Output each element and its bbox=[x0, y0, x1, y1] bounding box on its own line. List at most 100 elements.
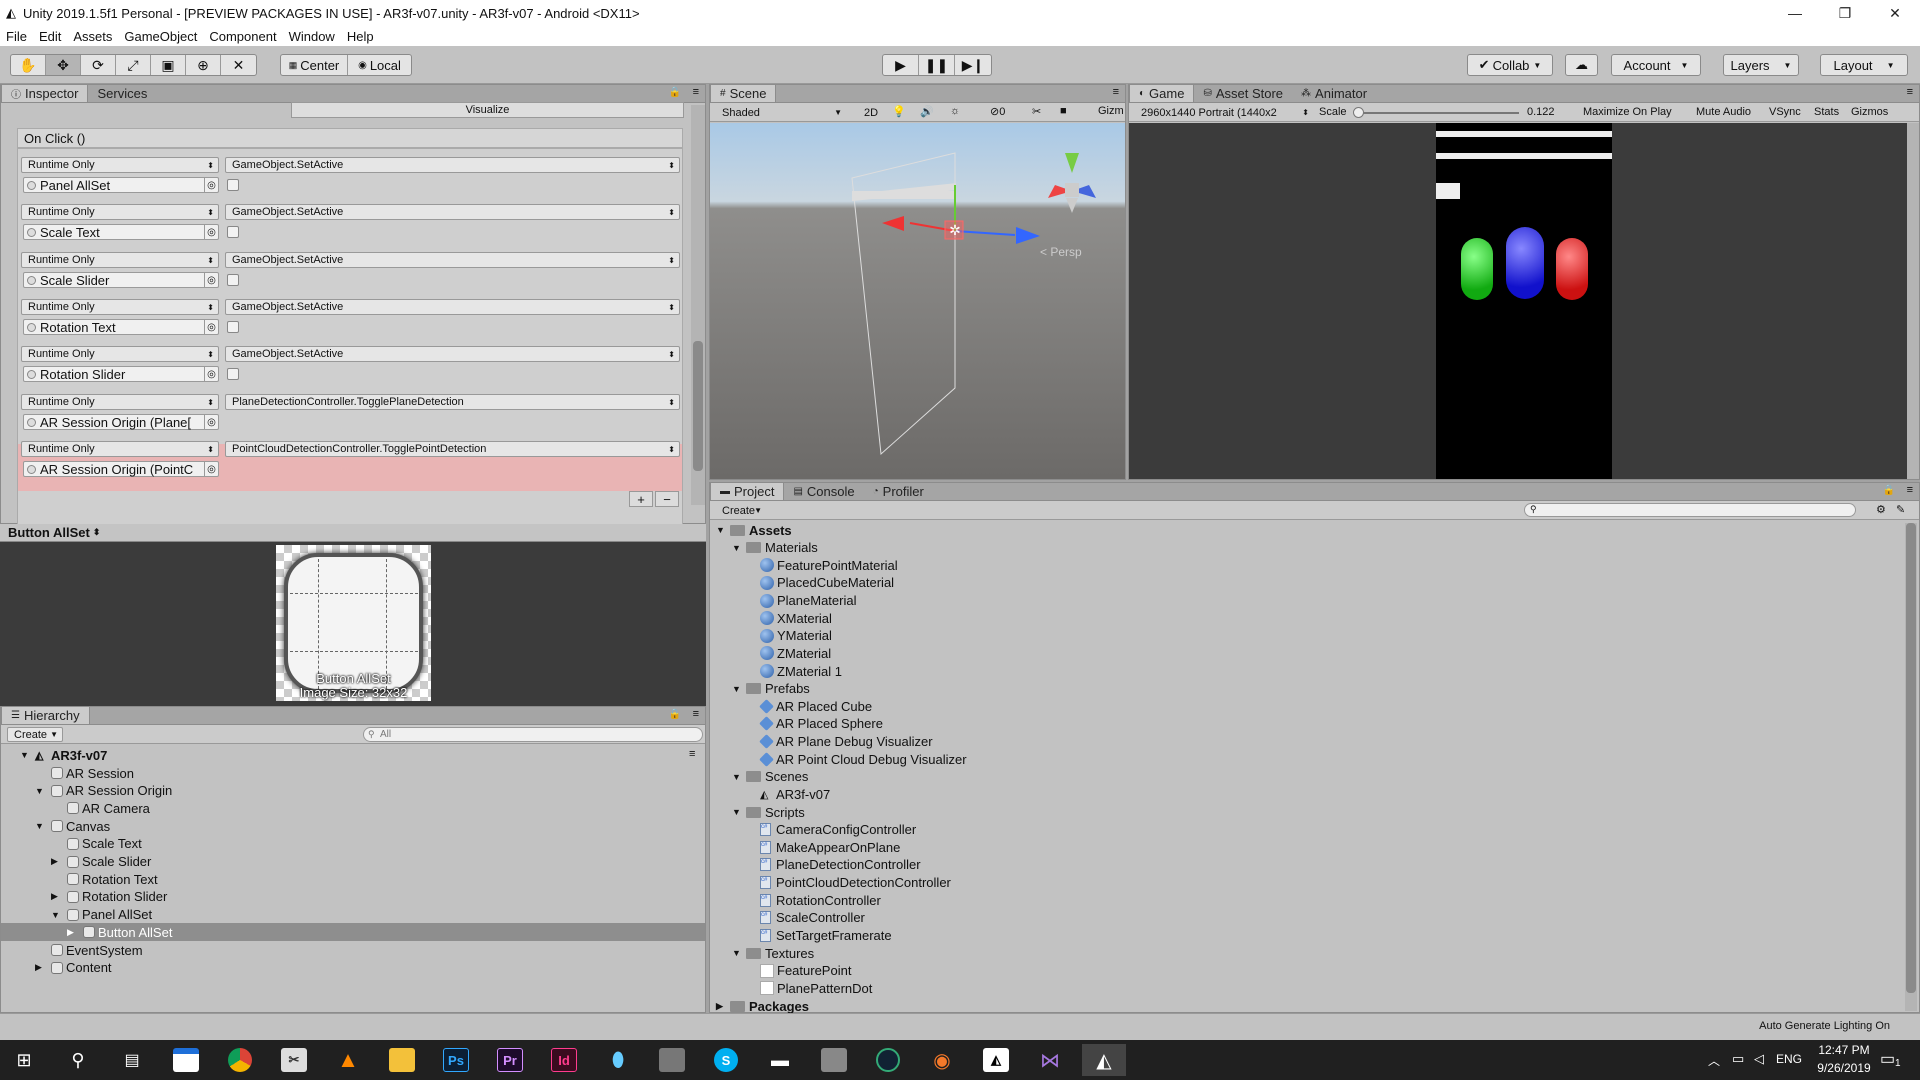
event-bool-checkbox[interactable] bbox=[227, 226, 239, 238]
expand-arrow-icon[interactable]: ▼ bbox=[732, 543, 741, 553]
hidden-objects-button[interactable]: ⊘0 bbox=[990, 105, 1005, 118]
gray-app-icon[interactable] bbox=[650, 1044, 694, 1076]
expand-arrow-icon[interactable]: ▼ bbox=[716, 525, 725, 535]
expand-arrow-icon[interactable]: ▶ bbox=[67, 927, 74, 938]
hierarchy-item[interactable]: ▶ Rotation Slider bbox=[51, 888, 167, 906]
filter-label-icon[interactable]: ✎ bbox=[1896, 503, 1905, 516]
project-search-input[interactable]: ⚲ bbox=[1524, 503, 1856, 517]
menu-icon[interactable]: ≡ bbox=[1907, 484, 1913, 496]
play-button[interactable]: ▶ bbox=[883, 55, 919, 75]
menu-edit[interactable]: Edit bbox=[33, 29, 67, 44]
project-item[interactable]: ▼ Textures bbox=[732, 944, 814, 962]
event-target-field[interactable]: AR Session Origin (PointC ◎ bbox=[23, 461, 219, 477]
unity-editor-icon[interactable]: ◭ bbox=[1082, 1044, 1126, 1076]
project-item[interactable]: c# PlaneDetectionController bbox=[760, 856, 921, 874]
persp-label[interactable]: < Persp bbox=[1040, 245, 1082, 259]
scrollbar-thumb[interactable] bbox=[693, 341, 703, 471]
expand-arrow-icon[interactable]: ▼ bbox=[732, 772, 741, 782]
toggle-2d-button[interactable]: 2D bbox=[858, 105, 884, 120]
menu-file[interactable]: File bbox=[0, 29, 33, 44]
orientation-y-icon[interactable] bbox=[1065, 153, 1079, 173]
menu-gameobject[interactable]: GameObject bbox=[118, 29, 203, 44]
expand-arrow-icon[interactable]: ▼ bbox=[51, 910, 60, 920]
scale-slider-thumb[interactable] bbox=[1353, 107, 1364, 118]
project-item[interactable]: ▼ Materials bbox=[732, 539, 818, 557]
scene-root[interactable]: ▼ ◭ AR3f-v07 bbox=[20, 746, 107, 764]
menu-icon[interactable]: ≡ bbox=[1113, 86, 1119, 98]
gizmos-dropdown[interactable]: Gizm bbox=[1098, 105, 1124, 117]
project-item[interactable]: ▼ Scripts bbox=[732, 803, 805, 821]
event-target-field[interactable]: Panel AllSet ◎ bbox=[23, 177, 219, 193]
resolution-dropdown[interactable]: 2960x1440 Portrait (1440x2 ⬍ bbox=[1135, 105, 1313, 120]
maximize-on-play-toggle[interactable]: Maximize On Play bbox=[1583, 106, 1672, 118]
expand-arrow-icon[interactable]: ▶ bbox=[716, 1001, 723, 1012]
project-item[interactable]: AR Point Cloud Debug Visualizer bbox=[759, 750, 967, 768]
language-indicator[interactable]: ENG bbox=[1776, 1052, 1802, 1066]
lock-icon[interactable]: 🔒 bbox=[1883, 485, 1895, 496]
menu-help[interactable]: Help bbox=[341, 29, 380, 44]
indesign-icon[interactable]: Id bbox=[542, 1044, 586, 1076]
z-axis-arrow[interactable] bbox=[1016, 227, 1040, 244]
hierarchy-item[interactable]: AR Camera bbox=[67, 799, 150, 817]
move-tool-icon[interactable]: ✥ bbox=[46, 55, 81, 75]
hierarchy-item[interactable]: ▼ Canvas bbox=[35, 817, 110, 835]
project-item[interactable]: c# CameraConfigController bbox=[760, 821, 916, 839]
menu-icon[interactable]: ≡ bbox=[1907, 86, 1913, 98]
network-icon[interactable]: ▭ bbox=[1732, 1051, 1744, 1067]
event-target-field[interactable]: Scale Slider ◎ bbox=[23, 272, 219, 288]
lighting-toggle-icon[interactable]: 💡 bbox=[892, 105, 906, 118]
maximize-button[interactable]: ❐ bbox=[1820, 0, 1870, 26]
custom-tool-icon[interactable]: ✕ bbox=[221, 55, 256, 75]
notification-icon[interactable]: ▭ bbox=[1880, 1049, 1895, 1069]
project-item[interactable]: PlanePatternDot bbox=[760, 979, 872, 997]
object-picker-icon[interactable]: ◎ bbox=[204, 273, 218, 287]
hierarchy-search-input[interactable]: ⚲ All bbox=[363, 727, 703, 742]
tab-scene[interactable]: # Scene bbox=[710, 84, 777, 102]
event-function-dropdown[interactable]: GameObject.SetActive ⬍ bbox=[225, 346, 680, 362]
project-item[interactable]: PlacedCubeMaterial bbox=[760, 574, 894, 592]
expand-arrow-icon[interactable]: ▼ bbox=[732, 807, 741, 817]
app-window-icon[interactable] bbox=[164, 1044, 208, 1076]
event-bool-checkbox[interactable] bbox=[227, 274, 239, 286]
rect-tool-icon[interactable]: ▣ bbox=[151, 55, 186, 75]
skype-icon[interactable]: S bbox=[704, 1044, 748, 1076]
mute-audio-toggle[interactable]: Mute Audio bbox=[1696, 106, 1751, 118]
project-item[interactable]: AR Placed Cube bbox=[759, 697, 872, 715]
event-mode-dropdown[interactable]: Runtime Only ⬍ bbox=[21, 299, 219, 315]
event-function-dropdown[interactable]: GameObject.SetActive ⬍ bbox=[225, 299, 680, 315]
scene-viewport[interactable]: ✲ < Persp bbox=[710, 123, 1125, 479]
event-mode-dropdown[interactable]: Runtime Only ⬍ bbox=[21, 157, 219, 173]
hierarchy-item[interactable]: ▶ Scale Slider bbox=[51, 853, 151, 871]
snipping-tool-icon[interactable]: ✂ bbox=[272, 1044, 316, 1076]
step-button[interactable]: ▶❙ bbox=[955, 55, 991, 75]
event-bool-checkbox[interactable] bbox=[227, 179, 239, 191]
object-picker-icon[interactable]: ◎ bbox=[204, 462, 218, 476]
object-picker-icon[interactable]: ◎ bbox=[204, 178, 218, 192]
project-item[interactable]: FeaturePoint bbox=[760, 962, 851, 980]
visual-studio-icon[interactable]: ⋈ bbox=[1028, 1044, 1072, 1076]
expand-arrow-icon[interactable]: ▼ bbox=[35, 821, 44, 831]
event-function-dropdown[interactable]: GameObject.SetActive ⬍ bbox=[225, 204, 680, 220]
task-view-icon[interactable]: ▤ bbox=[110, 1044, 154, 1076]
remove-event-button[interactable]: − bbox=[655, 491, 679, 507]
x-axis-arrow[interactable] bbox=[882, 216, 904, 231]
photoshop-icon[interactable]: Ps bbox=[434, 1044, 478, 1076]
tab-project[interactable]: ▬ Project bbox=[710, 482, 785, 500]
project-item[interactable]: FeaturePointMaterial bbox=[760, 556, 898, 574]
close-button[interactable]: ✕ bbox=[1870, 0, 1920, 26]
event-bool-checkbox[interactable] bbox=[227, 321, 239, 333]
minimize-button[interactable]: — bbox=[1770, 0, 1820, 26]
expand-arrow-icon[interactable]: ▼ bbox=[732, 684, 741, 694]
event-function-dropdown[interactable]: PointCloudDetectionController.TogglePoin… bbox=[225, 441, 680, 457]
chrome-icon[interactable] bbox=[218, 1044, 262, 1076]
tray-chevron-icon[interactable]: ︿ bbox=[1708, 1052, 1720, 1069]
event-bool-checkbox[interactable] bbox=[227, 368, 239, 380]
project-item[interactable]: ▼ Prefabs bbox=[732, 680, 810, 698]
hierarchy-item[interactable]: Scale Text bbox=[67, 835, 142, 853]
event-mode-dropdown[interactable]: Runtime Only ⬍ bbox=[21, 441, 219, 457]
chevron-updown-icon[interactable]: ⬍ bbox=[93, 527, 101, 538]
blender-icon[interactable]: ◉ bbox=[920, 1044, 964, 1076]
event-target-field[interactable]: Scale Text ◎ bbox=[23, 224, 219, 240]
tab-animator[interactable]: ⁂ Animator bbox=[1292, 84, 1376, 102]
expand-arrow-icon[interactable]: ▶ bbox=[51, 891, 58, 902]
